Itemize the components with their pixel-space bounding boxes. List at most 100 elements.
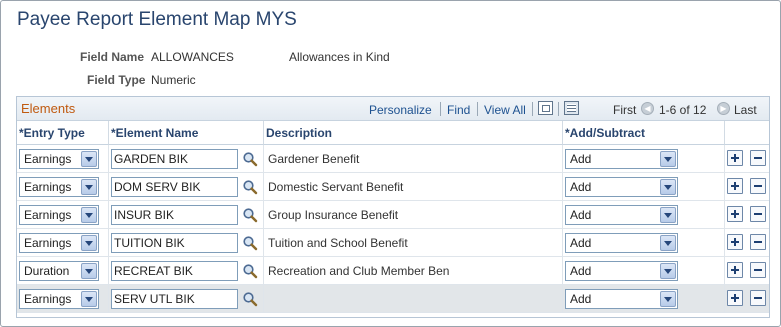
row-range-text: 1-6 of 12 (659, 103, 707, 117)
entry-type-cell: Earnings (17, 173, 109, 201)
entry-type-cell: Duration (17, 257, 109, 285)
zoom-grid-icon[interactable] (538, 101, 553, 115)
plus-icon[interactable] (727, 234, 743, 250)
column-element-name: *Element Name (109, 121, 264, 145)
entry-type-select[interactable]: Earnings (19, 149, 99, 169)
table-row: Earnings SERV UTL BIK Add (17, 285, 769, 313)
chevron-down-icon (81, 235, 97, 251)
chevron-down-icon (660, 235, 676, 251)
element-name-input[interactable]: INSUR BIK (111, 205, 238, 225)
personalize-link[interactable]: Personalize (369, 103, 432, 117)
entry-type-select[interactable]: Earnings (19, 205, 99, 225)
element-name-input[interactable]: GARDEN BIK (111, 149, 238, 169)
description-cell: Group Insurance Benefit (264, 201, 563, 229)
magnifier-icon[interactable] (242, 207, 258, 223)
add-subtract-select[interactable]: Add (565, 149, 678, 169)
plus-icon[interactable] (727, 262, 743, 278)
entry-type-cell: Earnings (17, 285, 109, 313)
add-subtract-value: Add (570, 292, 592, 306)
element-name-value: RECREAT BIK (114, 264, 193, 278)
add-subtract-value: Add (570, 180, 592, 194)
view-all-link[interactable]: View All (484, 103, 526, 117)
add-subtract-select[interactable]: Add (565, 261, 678, 281)
chevron-down-icon (81, 151, 97, 167)
column-add-subtract: *Add/Subtract (563, 121, 725, 145)
add-subtract-value: Add (570, 152, 592, 166)
element-name-cell: DOM SERV BIK (109, 173, 264, 201)
magnifier-icon[interactable] (242, 263, 258, 279)
minus-icon[interactable] (750, 150, 766, 166)
table-row: Duration RECREAT BIK Recreation and Club… (17, 257, 769, 285)
element-name-value: SERV UTL BIK (114, 292, 195, 306)
minus-icon[interactable] (750, 290, 766, 306)
find-link[interactable]: Find (447, 103, 470, 117)
entry-type-select[interactable]: Earnings (19, 289, 99, 309)
add-subtract-value: Add (570, 208, 592, 222)
entry-type-value: Earnings (24, 236, 72, 250)
element-name-input[interactable]: TUITION BIK (111, 233, 238, 253)
add-subtract-cell: Add (563, 285, 725, 313)
next-arrow-icon[interactable]: ▶ (717, 102, 730, 115)
toolbar-divider (558, 102, 559, 116)
toolbar-divider (532, 102, 533, 116)
field-type-value: Numeric (151, 73, 196, 87)
chevron-down-icon (660, 151, 676, 167)
plus-icon[interactable] (727, 150, 743, 166)
magnifier-icon[interactable] (242, 179, 258, 195)
add-subtract-cell: Add (563, 229, 725, 257)
element-name-input[interactable]: RECREAT BIK (111, 261, 238, 281)
entry-type-value: Duration (24, 264, 70, 278)
chevron-down-icon (81, 179, 97, 195)
chevron-down-icon (660, 207, 676, 223)
entry-type-cell: Earnings (17, 145, 109, 173)
field-type-label: Field Type (87, 73, 146, 87)
table-row: Earnings GARDEN BIK Gardener Benefit Add (17, 145, 769, 173)
row-actions-cell (725, 201, 769, 229)
description-text: Recreation and Club Member Ben (268, 264, 450, 278)
last-link[interactable]: Last (734, 103, 757, 117)
element-name-value: INSUR BIK (114, 208, 175, 222)
add-subtract-select[interactable]: Add (565, 233, 678, 253)
plus-icon[interactable] (727, 178, 743, 194)
column-description: Description (264, 121, 563, 145)
add-subtract-select[interactable]: Add (565, 205, 678, 225)
minus-icon[interactable] (750, 206, 766, 222)
element-name-input[interactable]: SERV UTL BIK (111, 289, 238, 309)
add-subtract-select[interactable]: Add (565, 177, 678, 197)
add-subtract-select[interactable]: Add (565, 289, 678, 309)
element-name-cell: GARDEN BIK (109, 145, 264, 173)
magnifier-icon[interactable] (242, 235, 258, 251)
first-link[interactable]: First (613, 103, 636, 117)
download-grid-icon[interactable] (564, 101, 579, 115)
minus-icon[interactable] (750, 262, 766, 278)
row-actions-cell (725, 173, 769, 201)
element-name-input[interactable]: DOM SERV BIK (111, 177, 238, 197)
entry-type-value: Earnings (24, 180, 72, 194)
chevron-down-icon (81, 291, 97, 307)
chevron-down-icon (660, 263, 676, 279)
description-text: Tuition and School Benefit (268, 236, 408, 250)
entry-type-select[interactable]: Duration (19, 261, 99, 281)
magnifier-icon[interactable] (242, 151, 258, 167)
element-name-value: DOM SERV BIK (114, 180, 201, 194)
minus-icon[interactable] (750, 234, 766, 250)
row-actions-cell (725, 229, 769, 257)
minus-icon[interactable] (750, 178, 766, 194)
entry-type-value: Earnings (24, 152, 72, 166)
prev-arrow-icon[interactable]: ◀ (641, 102, 654, 115)
column-row-actions (725, 121, 769, 145)
entry-type-select[interactable]: Earnings (19, 233, 99, 253)
row-actions-cell (725, 257, 769, 285)
table-row: Earnings DOM SERV BIK Domestic Servant B… (17, 173, 769, 201)
entry-type-cell: Earnings (17, 229, 109, 257)
element-name-cell: RECREAT BIK (109, 257, 264, 285)
field-name-label: Field Name (80, 50, 145, 64)
chevron-down-icon (81, 207, 97, 223)
entry-type-select[interactable]: Earnings (19, 177, 99, 197)
description-cell: Tuition and School Benefit (264, 229, 563, 257)
magnifier-icon[interactable] (242, 291, 258, 307)
plus-icon[interactable] (727, 206, 743, 222)
plus-icon[interactable] (727, 290, 743, 306)
row-actions-cell (725, 145, 769, 173)
chevron-down-icon (660, 179, 676, 195)
